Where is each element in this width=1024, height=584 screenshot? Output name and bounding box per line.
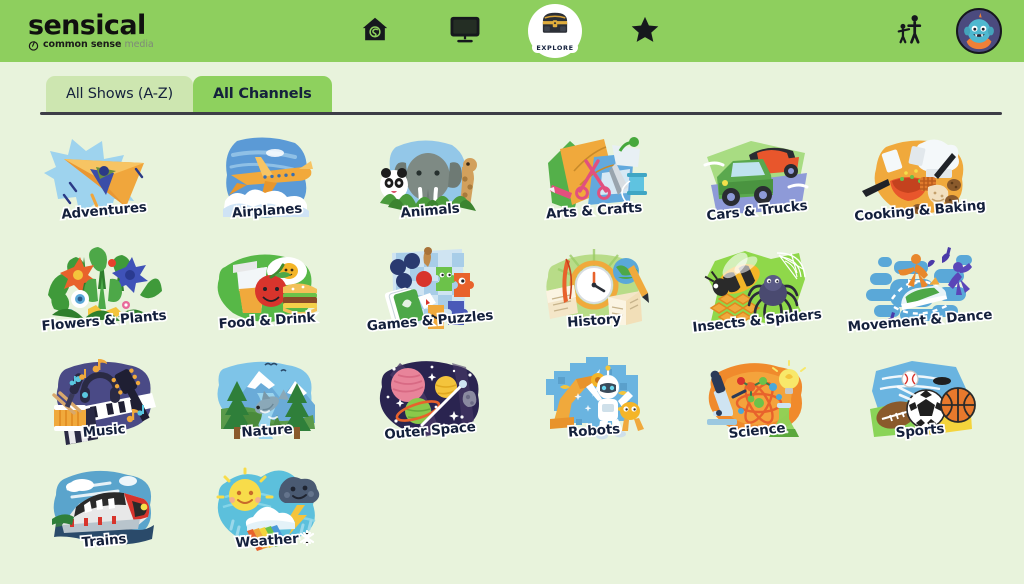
nav-item-explore-label: EXPLORE [532,42,578,53]
avatar[interactable] [956,8,1002,54]
channel-tile-trains[interactable]: Trains [22,455,185,565]
avatar-monster-icon [958,10,1000,52]
nav-item-favorites[interactable] [600,0,690,62]
channel-tile-music[interactable]: Music [22,345,185,455]
channel-tile-games-puzzles[interactable]: Games & Puzzles [349,235,512,345]
channel-tile-animals[interactable]: Animals [349,125,512,235]
channel-tile-cars-trucks[interactable]: Cars & Trucks [675,125,838,235]
channel-tile-food-drink[interactable]: Food & Drink [185,235,348,345]
channel-tile-sports[interactable]: Sports [839,345,1002,455]
app-header: sensical common sense media EXPLORE [0,0,1024,62]
channel-tile-flowers-plants[interactable]: Flowers & Plants [22,235,185,345]
tab-underline-rule [40,112,1002,115]
channel-tile-cooking-baking[interactable]: Cooking & Baking [839,125,1002,235]
header-right-actions [894,0,1002,62]
tagline-bold: common sense [43,39,122,51]
logo-wordmark: sensical [28,9,146,41]
logo-tagline-text: common sense media [43,40,154,50]
common-sense-check-icon [28,40,39,51]
channel-tile-science[interactable]: Science [675,345,838,455]
tab-bar: All Shows (A-Z) All Channels [0,62,1024,115]
main-nav: EXPLORE [330,0,690,62]
sensical-logo[interactable]: sensical common sense media [28,12,178,51]
star-icon [630,15,660,48]
nav-item-explore[interactable]: EXPLORE [510,0,600,62]
tagline-light: media [124,39,154,51]
treasure-chest-icon [540,9,570,41]
channel-tile-adventures[interactable]: Adventures [22,125,185,235]
home-icon [360,14,390,48]
nav-item-parents[interactable] [894,13,926,49]
channel-tile-movement-dance[interactable]: Movement & Dance [839,235,1002,345]
channel-tile-robots[interactable]: Robots [512,345,675,455]
channel-tile-weather[interactable]: Weather [185,455,348,565]
logo-tagline: common sense media [28,40,178,51]
nav-item-home[interactable] [330,0,420,62]
channel-tile-outer-space[interactable]: Outer Space [349,345,512,455]
tab-all-shows[interactable]: All Shows (A-Z) [46,76,193,113]
channel-tile-history[interactable]: History [512,235,675,345]
channel-tile-insects-spiders[interactable]: Insects & Spiders [675,235,838,345]
tab-all-channels[interactable]: All Channels [192,76,332,113]
tab-list: All Shows (A-Z) All Channels [46,76,1024,113]
channel-grid: Adventures Airplanes Animals Arts & Craf… [0,113,1024,565]
tv-icon [449,15,481,47]
parent-child-icon [894,15,926,49]
channel-tile-nature[interactable]: Nature [185,345,348,455]
nav-item-watch[interactable] [420,0,510,62]
channel-tile-airplanes[interactable]: Airplanes [185,125,348,235]
channel-tile-arts-crafts[interactable]: Arts & Crafts [512,125,675,235]
